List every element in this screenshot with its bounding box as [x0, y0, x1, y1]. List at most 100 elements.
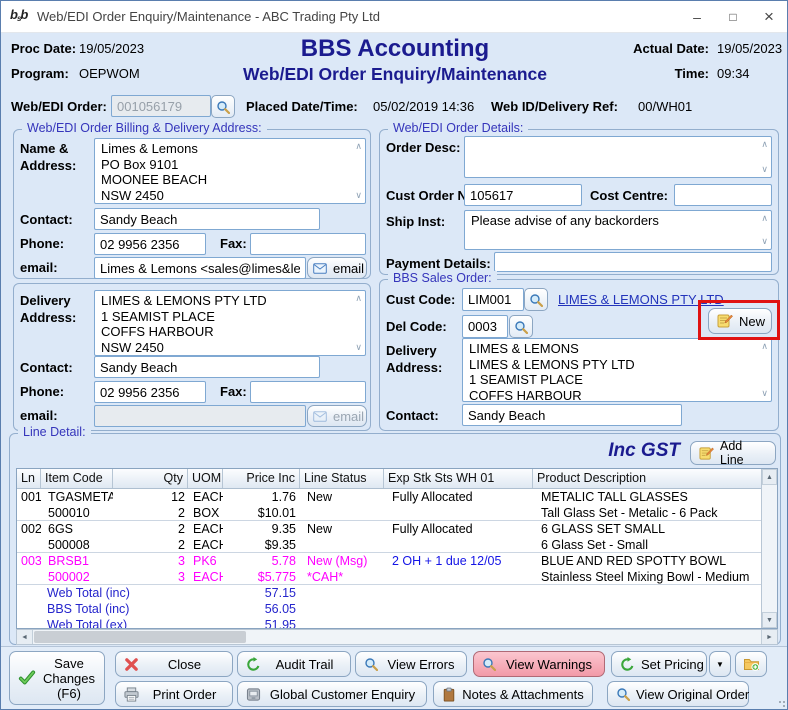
delivery-email-label: email:	[20, 408, 58, 423]
window-title: Web/EDI Order Enquiry/Maintenance - ABC …	[37, 9, 380, 24]
sales-contact-input[interactable]	[462, 404, 682, 426]
delivery-contact-label: Contact:	[20, 360, 73, 375]
scroll-down-icon[interactable]: ∨	[761, 389, 768, 398]
bbs-sales-order-group: BBS Sales Order: Cust Code: LIMES & LEMO…	[379, 279, 779, 431]
cust-code-search-button[interactable]	[524, 288, 548, 311]
actual-date-value: 19/05/2023	[717, 41, 782, 56]
notes-attachments-button[interactable]: Notes & Attachments	[433, 681, 593, 707]
view-errors-button[interactable]: View Errors	[355, 651, 467, 677]
delivery-address-label: Delivery Address:	[20, 292, 76, 326]
scrollbar-thumb[interactable]	[34, 631, 246, 643]
delivery-email-button[interactable]: email	[307, 405, 367, 427]
ship-inst-field[interactable]: Please advise of any backorders∧∨	[464, 210, 772, 250]
delivery-phone-input[interactable]	[94, 381, 206, 403]
line-items-table: Ln Item Code Qty UOM Price Inc Line Stat…	[16, 468, 778, 629]
col-price-inc: Price Inc	[223, 469, 300, 488]
del-code-search-button[interactable]	[509, 315, 533, 338]
payment-details-input[interactable]	[494, 252, 772, 272]
cabinet-icon	[246, 687, 261, 702]
scroll-up-icon[interactable]: ∧	[355, 142, 362, 151]
col-item-code: Item Code	[41, 469, 113, 488]
delivery-address-field[interactable]: LIMES & LEMONS PTY LTD 1 SEAMIST PLACE C…	[94, 290, 366, 356]
sales-contact-label: Contact:	[386, 408, 439, 423]
billing-email-button[interactable]: email	[307, 257, 367, 279]
del-code-input[interactable]	[462, 315, 508, 338]
web-edi-order-input[interactable]	[111, 95, 211, 117]
delivery-email-input[interactable]	[94, 405, 306, 427]
cust-code-label: Cust Code:	[386, 292, 455, 307]
customer-name-link[interactable]: LIMES & LEMONS PTY LTD	[558, 292, 724, 307]
form-body: Proc Date: 19/05/2023 Program: OEPWOM BB…	[1, 33, 788, 710]
view-original-order-button[interactable]: View Original Order	[607, 681, 749, 707]
col-uom: UOM	[188, 469, 223, 488]
scroll-down-icon[interactable]: ∨	[761, 165, 768, 174]
print-order-button[interactable]: Print Order	[115, 681, 233, 707]
time-label: Time:	[621, 66, 709, 81]
table-row[interactable]: 0026GS2EACH9.35NewFully Allocated6 GLASS…	[17, 521, 761, 537]
scroll-down-icon[interactable]: ∨	[355, 191, 362, 200]
billing-contact-input[interactable]	[94, 208, 320, 230]
cost-centre-input[interactable]	[674, 184, 772, 206]
col-line-status: Line Status	[300, 469, 384, 488]
minimize-button[interactable]: –	[679, 1, 715, 33]
total-row: Web Total (inc)57.15	[17, 585, 761, 601]
scroll-right-icon[interactable]: ►	[761, 630, 777, 644]
billing-address-group: Web/EDI Order Billing & Delivery Address…	[13, 129, 371, 279]
table-row[interactable]: 003BRSB13PK65.78New (Msg)2 OH + 1 due 12…	[17, 553, 761, 569]
set-pricing-dropdown-button[interactable]: ▼	[709, 651, 731, 677]
order-search-button[interactable]	[211, 95, 235, 118]
new-button[interactable]: New	[708, 308, 772, 334]
add-line-button[interactable]: Add Line	[690, 441, 776, 465]
cust-code-input[interactable]	[462, 288, 524, 311]
billing-phone-input[interactable]	[94, 233, 206, 255]
set-pricing-button[interactable]: Set Pricing	[611, 651, 707, 677]
audit-trail-button[interactable]: Audit Trail	[237, 651, 351, 677]
table-row[interactable]: 5000082EACH$9.356 Glass Set - Small	[17, 537, 761, 553]
scroll-up-icon[interactable]: ∧	[761, 140, 768, 149]
billing-email-input[interactable]	[94, 257, 306, 279]
cust-order-no-input[interactable]	[464, 184, 582, 206]
billing-fax-label: Fax:	[220, 236, 247, 251]
actual-date-label: Actual Date:	[621, 41, 709, 56]
scroll-down-icon[interactable]: ∨	[355, 343, 362, 352]
delivery-contact-input[interactable]	[94, 356, 320, 378]
maximize-button[interactable]: □	[715, 1, 751, 33]
web-id-value: 00/WH01	[638, 99, 692, 114]
order-desc-field[interactable]: ∧∨	[464, 136, 772, 178]
close-window-button[interactable]: ×	[751, 1, 787, 33]
titlebar: bsb Web/EDI Order Enquiry/Maintenance - …	[1, 1, 787, 33]
line-detail-group: Line Detail: Inc GST Add Line Ln Item Co…	[9, 433, 781, 645]
table-row[interactable]: 5000023EACH$5.775*CAH*Stainless Steel Mi…	[17, 569, 761, 585]
scroll-up-icon[interactable]: ∧	[761, 342, 768, 351]
resize-grip[interactable]	[778, 700, 786, 708]
delivery-fax-input[interactable]	[250, 381, 366, 403]
vertical-scrollbar[interactable]: ▲ ▼	[761, 469, 777, 628]
sales-delivery-address-field[interactable]: LIMES & LEMONS LIMES & LEMONS PTY LTD 1 …	[462, 338, 772, 402]
scroll-up-icon[interactable]: ∧	[355, 294, 362, 303]
horizontal-scrollbar[interactable]: ◄ ►	[16, 629, 778, 645]
billing-fax-input[interactable]	[250, 233, 366, 255]
view-warnings-button[interactable]: View Warnings	[473, 651, 605, 677]
scroll-down-icon[interactable]: ▼	[762, 612, 777, 628]
table-row[interactable]: 5000102BOX$10.01Tall Glass Set - Metalic…	[17, 505, 761, 521]
x-icon	[124, 657, 139, 672]
sales-delivery-address-label: Delivery Address:	[386, 342, 442, 376]
save-changes-button[interactable]: Save Changes (F6)	[9, 651, 105, 705]
scroll-up-icon[interactable]: ∧	[761, 214, 768, 223]
envelope-icon	[313, 411, 327, 422]
new-order-button[interactable]	[735, 651, 767, 677]
scroll-up-icon[interactable]: ▲	[762, 469, 777, 485]
scroll-left-icon[interactable]: ◄	[17, 630, 33, 644]
button-bar: Save Changes (F6) Close Audit Trail View…	[1, 646, 788, 710]
app-logo-icon: bsb	[10, 7, 30, 27]
table-row[interactable]: 001TGASMETAL12EACH1.76NewFully Allocated…	[17, 489, 761, 505]
payment-details-label: Payment Details:	[386, 256, 491, 271]
global-customer-enquiry-button[interactable]: Global Customer Enquiry	[237, 681, 427, 707]
web-edi-order-label: Web/EDI Order:	[11, 99, 107, 114]
close-button[interactable]: Close	[115, 651, 233, 677]
app-window: bsb Web/EDI Order Enquiry/Maintenance - …	[0, 0, 788, 710]
search-icon	[482, 657, 496, 671]
billing-name-address-field[interactable]: Limes & Lemons PO Box 9101 MOONEE BEACH …	[94, 138, 366, 204]
scroll-down-icon[interactable]: ∨	[761, 237, 768, 246]
line-detail-group-label: Line Detail:	[18, 425, 91, 439]
